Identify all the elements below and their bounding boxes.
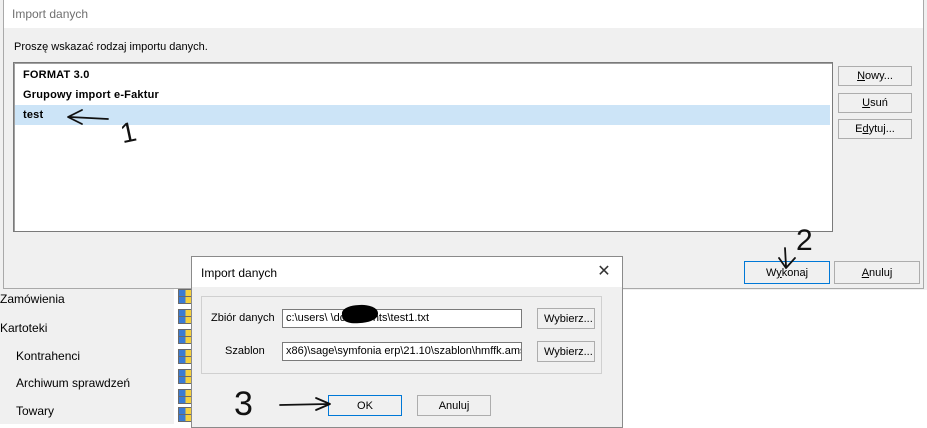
- import-dialog: Import danych Proszę wskazać rodzaj impo…: [3, 0, 924, 289]
- button-text: ytuj...: [868, 123, 895, 135]
- import-file-dialog-title: Import danych: [201, 266, 278, 280]
- button-accel: A: [861, 267, 870, 279]
- import-file-dialog-titlebar[interactable]: Import danych ✕: [192, 257, 622, 287]
- ok-button[interactable]: OK: [328, 395, 402, 416]
- template-label: Szablon: [225, 345, 265, 357]
- list-item-test[interactable]: test: [15, 105, 830, 125]
- dataset-label: Zbiór danych: [211, 312, 275, 324]
- nav-item-kontrahenci[interactable]: Kontrahenci: [16, 346, 80, 366]
- delete-button[interactable]: Usuń: [838, 93, 912, 113]
- nav-item-archiwum-sprawdzen[interactable]: Archiwum sprawdzeń: [16, 373, 130, 393]
- edit-button[interactable]: Edytuj...: [838, 119, 912, 139]
- button-text: suń: [870, 97, 888, 109]
- nav-item-towary[interactable]: Towary: [16, 401, 54, 421]
- list-item-format-3[interactable]: FORMAT 3.0: [15, 65, 830, 85]
- import-type-list[interactable]: FORMAT 3.0 Grupowy import e-Faktur test: [13, 62, 833, 232]
- new-button[interactable]: Nowy...: [838, 66, 912, 86]
- import-dialog-title: Import danych: [12, 7, 89, 21]
- choose-dataset-button[interactable]: Wybierz...: [537, 308, 595, 329]
- list-item-grupowy-import[interactable]: Grupowy import e-Faktur: [15, 85, 830, 105]
- button-text: owy...: [865, 70, 893, 82]
- dataset-input[interactable]: c:\users\ \documents\test1.txt: [282, 309, 522, 328]
- button-text: W: [765, 267, 777, 279]
- button-text: konaj: [781, 267, 809, 279]
- close-icon[interactable]: ✕: [596, 264, 612, 280]
- navigation-panel: Zamówienia Kartoteki Kontrahenci Archiwu…: [0, 284, 174, 424]
- nav-item-zamowienia[interactable]: Zamówienia: [0, 289, 65, 309]
- list-item-label: Grupowy import e-Faktur: [23, 89, 159, 101]
- nav-item-kartoteki[interactable]: Kartoteki: [0, 318, 47, 338]
- import-dialog-titlebar[interactable]: Import danych: [4, 0, 923, 28]
- list-item-label: test: [23, 109, 44, 121]
- execute-button[interactable]: Wykonaj: [744, 261, 830, 284]
- import-prompt: Proszę wskazać rodzaj importu danych.: [14, 41, 208, 53]
- choose-template-button[interactable]: Wybierz...: [537, 341, 595, 362]
- template-input[interactable]: x86)\sage\symfonia erp\21.10\szablon\hmf…: [282, 342, 522, 361]
- list-item-label: FORMAT 3.0: [23, 69, 90, 81]
- cancel-button[interactable]: Anuluj: [834, 261, 920, 284]
- button-accel: N: [857, 70, 866, 82]
- import-file-dialog: Import danych ✕ Zbiór danych c:\users\ \…: [191, 256, 623, 428]
- button-accel: U: [862, 97, 871, 109]
- button-text: nuluj: [869, 267, 893, 279]
- sub-cancel-button[interactable]: Anuluj: [417, 395, 491, 416]
